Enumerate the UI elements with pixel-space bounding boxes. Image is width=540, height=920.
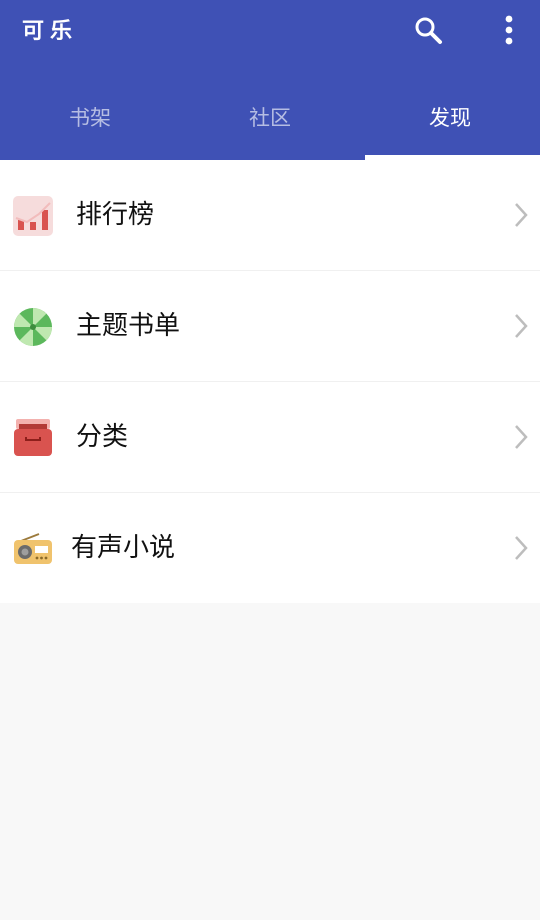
category-box-icon bbox=[14, 419, 52, 456]
list-item-label: 分类 bbox=[76, 422, 129, 452]
tab-bookshelf[interactable]: 书架 bbox=[0, 78, 180, 160]
app-bar: 可乐 书架 社区 发现 bbox=[0, 0, 540, 160]
list-item-label: 有声小说 bbox=[71, 533, 176, 563]
list-item-theme-booklist[interactable]: 主题书单 bbox=[0, 271, 540, 382]
chevron-right-icon bbox=[515, 314, 528, 338]
chevron-right-icon bbox=[515, 536, 528, 560]
list-item-ranking[interactable]: 排行榜 bbox=[0, 160, 540, 271]
chevron-right-icon bbox=[515, 203, 528, 227]
book-list-candy-icon bbox=[14, 308, 52, 346]
app-title: 可乐 bbox=[22, 19, 79, 44]
more-options-button[interactable] bbox=[490, 10, 528, 50]
tab-community[interactable]: 社区 bbox=[180, 78, 360, 160]
discover-list: 排行榜 主题书单 分类 有声小说 bbox=[0, 160, 540, 603]
tab-bar: 书架 社区 发现 bbox=[0, 78, 540, 160]
tab-discover[interactable]: 发现 bbox=[360, 78, 540, 160]
list-item-label: 排行榜 bbox=[76, 200, 155, 230]
ranking-chart-icon bbox=[13, 196, 53, 236]
search-icon bbox=[415, 17, 442, 44]
list-item-audio-novel[interactable]: 有声小说 bbox=[0, 493, 540, 603]
chevron-right-icon bbox=[515, 425, 528, 449]
radio-icon bbox=[14, 533, 52, 564]
list-item-label: 主题书单 bbox=[76, 311, 181, 341]
more-vert-icon bbox=[505, 15, 513, 45]
search-button[interactable] bbox=[408, 10, 448, 50]
list-item-category[interactable]: 分类 bbox=[0, 382, 540, 493]
